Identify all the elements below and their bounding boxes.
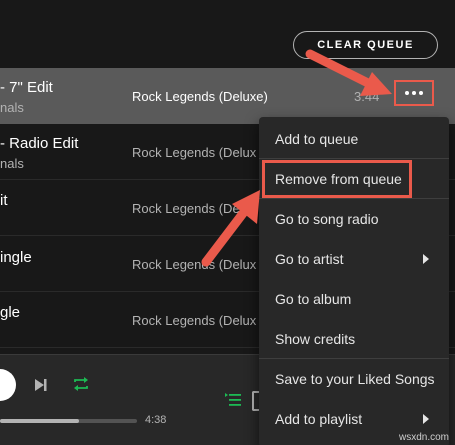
track-album[interactable]: Rock Legends (Delux <box>132 201 256 216</box>
queue-row[interactable]: - 7" Edit nals Rock Legends (Deluxe) 3:4… <box>0 68 455 124</box>
menu-item-label: Go to artist <box>275 251 344 267</box>
track-title: - 7" Edit <box>0 79 53 96</box>
track-album[interactable]: Rock Legends (Delux <box>132 257 256 272</box>
track-title: ingle <box>0 249 32 266</box>
track-album[interactable]: Rock Legends (Delux <box>132 145 256 160</box>
track-artist[interactable]: nals <box>0 100 24 115</box>
spotify-queue-view: CLEAR QUEUE - 7" Edit nals Rock Legends … <box>0 0 455 445</box>
progress-fill <box>0 419 80 423</box>
menu-item-song-radio[interactable]: Go to song radio <box>259 199 449 239</box>
track-title: - Radio Edit <box>0 135 79 152</box>
repeat-icon[interactable] <box>72 375 90 393</box>
next-track-icon[interactable] <box>34 378 48 392</box>
menu-item-remove-from-queue[interactable]: Remove from queue <box>259 159 449 199</box>
track-duration: 3:44 <box>354 89 380 104</box>
context-menu: Add to queue Remove from queue Go to son… <box>259 117 449 445</box>
menu-item-label: Add to playlist <box>275 411 363 427</box>
menu-item-add-to-queue[interactable]: Add to queue <box>259 119 449 159</box>
more-options-button[interactable] <box>394 80 434 106</box>
track-album[interactable]: Rock Legends (Deluxe) <box>132 89 268 104</box>
more-dot-icon <box>405 91 409 95</box>
clear-queue-button[interactable]: CLEAR QUEUE <box>293 31 438 59</box>
track-artist[interactable]: nals <box>0 156 24 171</box>
queue-icon[interactable] <box>225 393 241 407</box>
watermark: wsxdn.com <box>398 432 449 443</box>
track-title: gle <box>0 304 21 321</box>
menu-item-go-to-album[interactable]: Go to album <box>259 279 449 319</box>
menu-item-save-liked-songs[interactable]: Save to your Liked Songs <box>259 359 449 399</box>
track-title: it <box>0 192 8 209</box>
more-dot-icon <box>412 91 416 95</box>
menu-item-go-to-artist[interactable]: Go to artist <box>259 239 449 279</box>
submenu-caret-icon <box>423 414 429 424</box>
more-dot-icon <box>419 91 423 95</box>
track-album[interactable]: Rock Legends (Delux <box>132 313 256 328</box>
total-time: 4:38 <box>145 414 167 426</box>
submenu-caret-icon <box>423 254 429 264</box>
pause-button[interactable] <box>0 369 16 401</box>
progress-bar[interactable] <box>0 419 137 423</box>
menu-item-show-credits[interactable]: Show credits <box>259 319 449 359</box>
